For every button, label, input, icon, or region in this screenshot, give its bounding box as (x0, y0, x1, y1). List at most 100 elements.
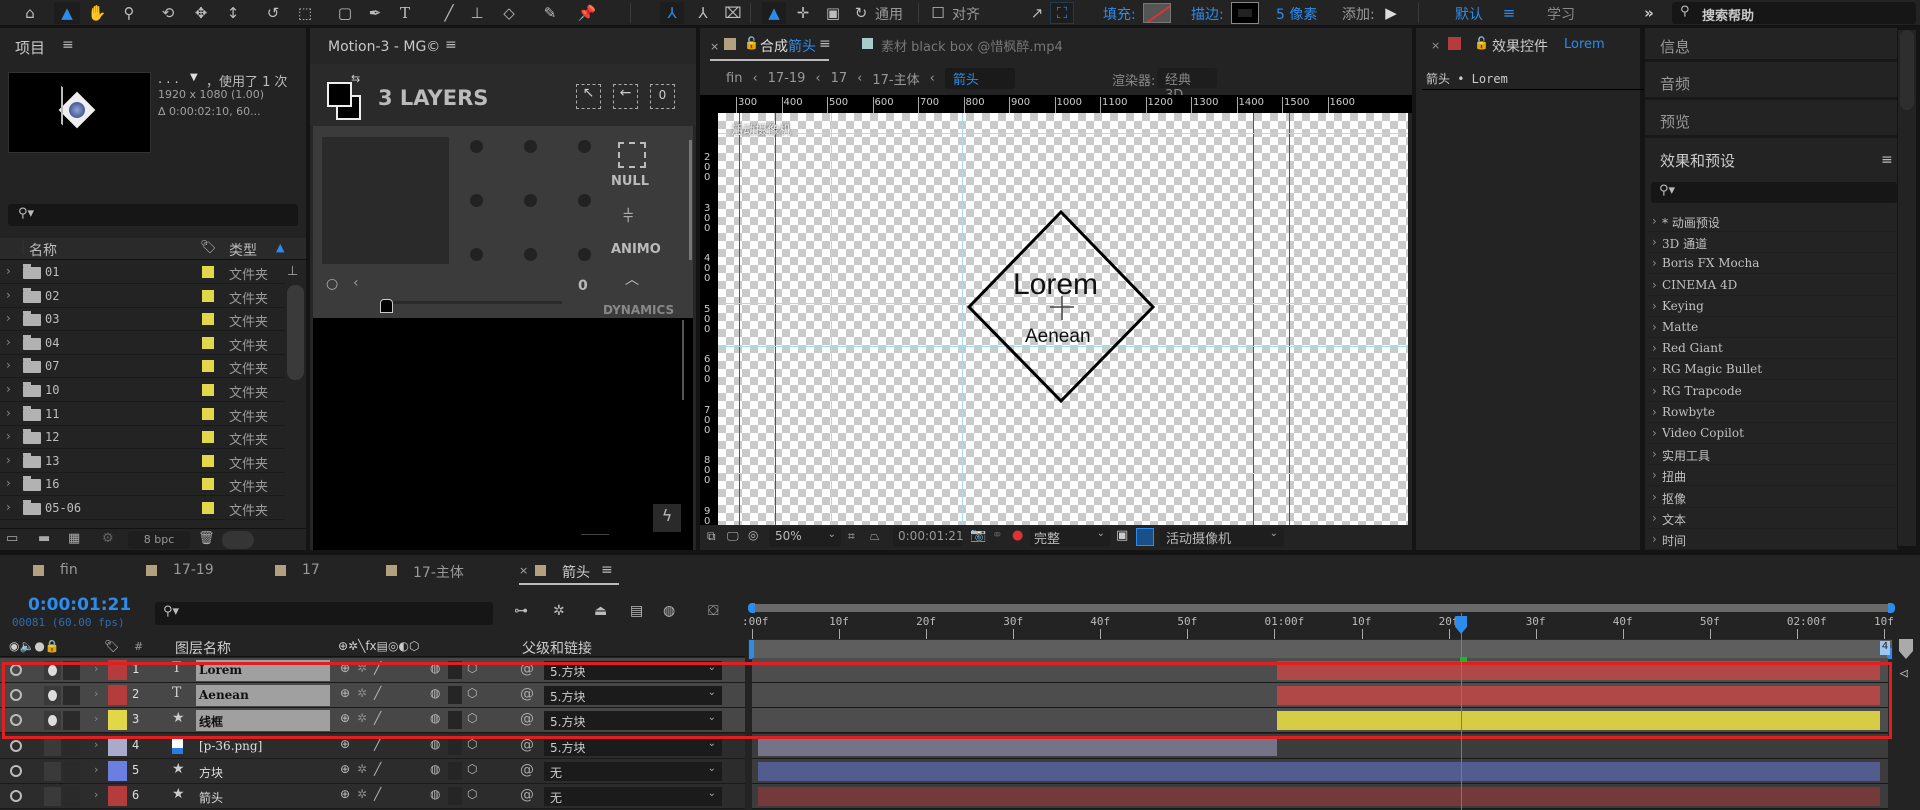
clone-stamp-tool-icon[interactable]: ⊥ (466, 2, 488, 24)
motion-blur-switch-icon[interactable]: ◍ (430, 686, 440, 700)
lock-switch[interactable] (63, 787, 80, 806)
3d-layer-icon[interactable]: ⬡ (467, 762, 477, 776)
layer-row[interactable]: › 2 T Aenean ⊕ ✲ ╱ ◍ ⬡ @5.方块 ⌄ (0, 683, 745, 709)
collapse-switch-icon[interactable]: ✲ (357, 686, 367, 700)
visibility-eye-icon[interactable] (10, 790, 22, 802)
snap-target-icon[interactable]: ⛶ (1050, 2, 1074, 24)
effect-category[interactable]: › Keying (1648, 296, 1898, 317)
more-workspaces-icon[interactable]: » (1640, 2, 1658, 24)
layer-color-label[interactable] (108, 660, 127, 680)
back-arrow-icon[interactable]: ← (613, 84, 638, 109)
pick-whip-icon[interactable]: @ (520, 762, 534, 778)
layer-color-label[interactable] (108, 685, 127, 706)
quality-switch-icon[interactable]: ╱ (374, 737, 381, 751)
visibility-eye-icon[interactable] (10, 764, 22, 777)
pan-camera-icon[interactable]: ✥ (190, 2, 212, 24)
project-item[interactable]: › 10 文件夹 (0, 379, 285, 402)
effect-category[interactable]: › Matte (1648, 317, 1898, 338)
collapse-switch-icon[interactable]: ✲ (357, 661, 367, 675)
parent-select[interactable]: 5.方块 ⌄ (544, 711, 722, 731)
effects-search-input[interactable]: ⚲▾ (1651, 182, 1897, 203)
timeline-tab-active[interactable]: × 箭头 ≡ (519, 561, 619, 585)
column-name[interactable]: 名称 (29, 240, 57, 260)
motion-blur-switch-icon[interactable]: ◍ (430, 787, 440, 801)
expand-chevron-icon[interactable]: › (94, 662, 98, 675)
panel-menu-icon[interactable]: ≡ (445, 37, 457, 53)
quality-switch-icon[interactable]: ╱ (374, 686, 381, 700)
audio-panel-header[interactable]: 音频 (1645, 65, 1897, 100)
effect-category[interactable]: › 文本 (1648, 508, 1898, 529)
pick-whip-icon[interactable]: @ (520, 787, 534, 803)
label-color[interactable] (202, 384, 214, 396)
local-axis-icon[interactable]: ⅄ (660, 2, 684, 24)
adjustment-switch[interactable] (448, 787, 462, 805)
quality-switch-icon[interactable]: ╱ (374, 661, 381, 675)
label-color[interactable] (202, 360, 214, 373)
toggle-switch[interactable] (222, 531, 254, 549)
home-icon[interactable]: ⌂ (18, 2, 42, 24)
zero-bracket-icon[interactable]: 0 (650, 84, 675, 109)
align-checkbox[interactable]: ☐ (928, 2, 948, 24)
visibility-eye-icon[interactable] (10, 689, 22, 702)
flowchart-icon[interactable]: ⊥ (287, 264, 298, 279)
expand-chevron-icon[interactable]: › (6, 311, 11, 325)
collapse-switch-icon[interactable]: ✲ (357, 787, 367, 801)
expand-chevron-icon[interactable]: › (1652, 278, 1657, 292)
renderer-select[interactable]: 经典 3D (1157, 68, 1217, 103)
trash-icon[interactable]: 🗑 (198, 531, 215, 546)
expand-chevron-icon[interactable]: › (1652, 256, 1657, 270)
label-column-icon[interactable]: 🏷 (200, 240, 217, 255)
effect-category[interactable]: › 实用工具 (1648, 444, 1898, 466)
breadcrumb-item[interactable]: 17-主体 (872, 69, 919, 88)
view-axis-icon[interactable]: ⌧ (722, 2, 744, 24)
expand-chevron-icon[interactable]: › (94, 687, 98, 700)
snap-arrow-icon[interactable]: ↗ (1026, 2, 1048, 24)
panel-menu-icon[interactable]: ≡ (62, 37, 74, 53)
panel-menu-icon[interactable]: ≡ (1881, 152, 1893, 168)
shy-switch-icon[interactable]: ⊕ (340, 787, 350, 801)
label-column-icon[interactable]: 🏷 (104, 639, 119, 653)
new-folder-icon[interactable]: ▬ (38, 531, 50, 546)
lock-switch[interactable] (63, 761, 80, 781)
comp-flowchart-icon[interactable]: ⊶ (514, 603, 528, 619)
layer-row[interactable]: › 4 [p-36.png] ⊕ ╱ ◍ ⬡ @5.方块 ⌄ (0, 733, 745, 759)
layer-duration-bar[interactable] (758, 736, 1278, 756)
parent-select[interactable]: 5.方块 ⌄ (544, 736, 722, 756)
always-preview-icon[interactable]: ⧉ (707, 529, 716, 544)
effect-controls-layer[interactable]: Lorem (1564, 37, 1605, 52)
adjustment-switch[interactable] (448, 761, 462, 780)
render-icon[interactable]: ⚙ (102, 531, 114, 546)
zoom-tool-icon[interactable]: ⚲ (118, 2, 140, 24)
shy-switch-icon[interactable]: ⊕ (340, 661, 350, 675)
lightning-icon[interactable]: ϟ (653, 504, 681, 532)
motion-slider[interactable] (382, 301, 562, 304)
anchor-point-dot[interactable] (578, 140, 591, 153)
panel-menu-icon[interactable]: ≡ (601, 562, 613, 578)
shy-switch-icon[interactable]: ⊕ (340, 711, 350, 725)
project-item[interactable]: › 02 文件夹 (0, 285, 285, 308)
project-item[interactable]: › 01 文件夹 (0, 261, 285, 284)
pick-whip-icon[interactable]: @ (520, 711, 534, 727)
expand-chevron-icon[interactable]: › (94, 712, 98, 725)
effect-category[interactable]: › * 动画预设 (1648, 211, 1898, 232)
motion-blur-switch-icon[interactable]: ◍ (430, 661, 440, 675)
layer-row[interactable]: › 1 T Lorem ⊕ ✲ ╱ ◍ ⬡ @5.方块 ⌄ (0, 658, 745, 683)
lock-switch[interactable] (63, 661, 80, 680)
work-area-start[interactable] (749, 640, 754, 659)
anchor-point-dot[interactable] (524, 194, 537, 207)
label-color[interactable] (202, 502, 214, 514)
expand-chevron-icon[interactable]: › (1652, 532, 1657, 546)
workspace-menu-icon[interactable]: ≡ (1500, 2, 1518, 24)
hand-tool-icon[interactable]: ✋ (86, 2, 108, 24)
adjustment-switch[interactable] (448, 661, 462, 679)
snapshot-icon[interactable]: 📷 (970, 528, 986, 543)
add-play-icon[interactable]: ▶ (1382, 2, 1400, 24)
effect-category[interactable]: › Boris FX Mocha (1648, 253, 1898, 275)
layer-row[interactable]: › 6 ★ 箭头 ⊕ ✲ ╱ ◍ ⬡ @ 无 ⌄ (0, 784, 745, 809)
quality-switch-icon[interactable]: ╱ (374, 762, 381, 776)
layer-name[interactable]: 箭头 (196, 786, 330, 807)
expand-chevron-icon[interactable]: › (1652, 426, 1657, 440)
rectangle-tool-icon[interactable]: ▢ (334, 2, 356, 24)
dolly-camera-icon[interactable]: ↕ (222, 2, 244, 24)
collapse-switch-icon[interactable]: ✲ (357, 711, 367, 725)
